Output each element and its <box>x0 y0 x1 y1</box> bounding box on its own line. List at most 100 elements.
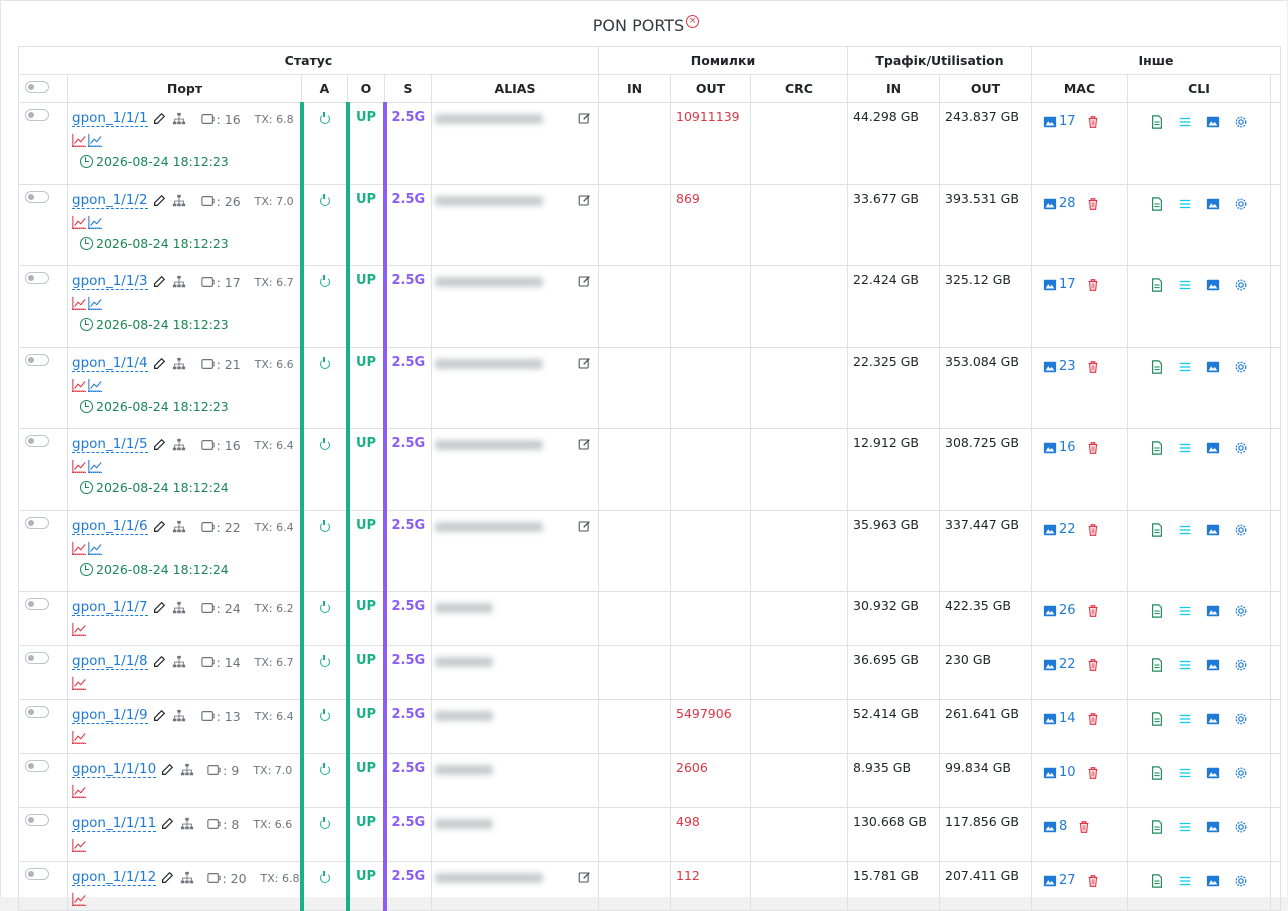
list-icon[interactable] <box>1178 197 1192 211</box>
chart-blue-icon[interactable] <box>88 296 102 310</box>
chart-red-icon[interactable] <box>72 541 86 555</box>
trash-icon[interactable] <box>1086 712 1100 726</box>
mac-count[interactable]: 27 <box>1059 873 1076 888</box>
chart-red-icon[interactable] <box>72 730 86 744</box>
list-icon[interactable] <box>1178 115 1192 129</box>
power-icon[interactable] <box>319 520 330 532</box>
port-link[interactable]: gpon_1/1/10 <box>72 762 157 778</box>
list-icon[interactable] <box>1178 766 1192 780</box>
row-toggle[interactable] <box>25 517 49 529</box>
edit-alias-icon[interactable] <box>578 438 591 451</box>
trash-icon[interactable] <box>1086 523 1100 537</box>
port-link[interactable]: gpon_1/1/9 <box>72 708 148 724</box>
list-icon[interactable] <box>1178 604 1192 618</box>
power-icon[interactable] <box>319 871 330 883</box>
row-toggle[interactable] <box>25 706 49 718</box>
document-icon[interactable] <box>1150 359 1164 374</box>
screen-icon[interactable] <box>1206 441 1220 455</box>
column-header-err-out[interactable]: OUT <box>670 74 751 103</box>
list-icon[interactable] <box>1178 658 1192 672</box>
edit-alias-icon[interactable] <box>578 871 591 884</box>
mac-count[interactable]: 17 <box>1059 277 1076 292</box>
port-link[interactable]: gpon_1/1/4 <box>72 356 148 372</box>
tree-icon[interactable] <box>180 871 194 885</box>
port-link[interactable]: gpon_1/1/5 <box>72 437 148 453</box>
mac-table-icon[interactable] <box>1043 766 1057 780</box>
trash-icon[interactable] <box>1086 874 1100 888</box>
tree-icon[interactable] <box>172 520 186 534</box>
port-link[interactable]: gpon_1/1/7 <box>72 600 148 616</box>
chart-red-icon[interactable] <box>72 838 86 852</box>
power-icon[interactable] <box>319 194 330 206</box>
select-all-toggle[interactable] <box>25 81 49 93</box>
mac-count[interactable]: 14 <box>1059 711 1076 726</box>
chart-blue-icon[interactable] <box>88 459 102 473</box>
column-header-crc[interactable]: CRC <box>750 74 848 103</box>
column-header-port[interactable]: Порт <box>67 74 302 103</box>
power-icon[interactable] <box>319 817 330 829</box>
document-icon[interactable] <box>1150 440 1164 455</box>
column-header-cli[interactable]: CLI <box>1127 74 1271 103</box>
gear-icon[interactable] <box>1234 360 1248 374</box>
mac-count[interactable]: 10 <box>1059 765 1076 780</box>
column-header-err-in[interactable]: IN <box>598 74 671 103</box>
gear-icon[interactable] <box>1234 766 1248 780</box>
power-icon[interactable] <box>319 357 330 369</box>
pencil-icon[interactable] <box>160 817 174 831</box>
mac-table-icon[interactable] <box>1043 658 1057 672</box>
power-icon[interactable] <box>319 655 330 667</box>
edit-alias-icon[interactable] <box>578 275 591 288</box>
column-header-o[interactable]: O <box>347 74 385 103</box>
trash-icon[interactable] <box>1086 360 1100 374</box>
screen-icon[interactable] <box>1206 523 1220 537</box>
pencil-icon[interactable] <box>152 601 166 615</box>
list-icon[interactable] <box>1178 820 1192 834</box>
gear-icon[interactable] <box>1234 712 1248 726</box>
tree-icon[interactable] <box>180 817 194 831</box>
document-icon[interactable] <box>1150 114 1164 129</box>
pencil-icon[interactable] <box>160 871 174 885</box>
screen-icon[interactable] <box>1206 604 1220 618</box>
tree-icon[interactable] <box>172 709 186 723</box>
screen-icon[interactable] <box>1206 820 1220 834</box>
document-icon[interactable] <box>1150 873 1164 888</box>
list-icon[interactable] <box>1178 523 1192 537</box>
tree-icon[interactable] <box>172 112 186 126</box>
column-header-alias[interactable]: ALIAS <box>431 74 599 103</box>
row-toggle[interactable] <box>25 652 49 664</box>
chart-red-icon[interactable] <box>72 215 86 229</box>
chart-red-icon[interactable] <box>72 296 86 310</box>
row-toggle[interactable] <box>25 354 49 366</box>
column-header-traf-in[interactable]: IN <box>847 74 940 103</box>
column-header-a[interactable]: A <box>301 74 348 103</box>
pencil-icon[interactable] <box>152 275 166 289</box>
chart-red-icon[interactable] <box>72 784 86 798</box>
row-toggle[interactable] <box>25 868 49 880</box>
list-icon[interactable] <box>1178 441 1192 455</box>
chart-red-icon[interactable] <box>72 892 86 906</box>
chart-red-icon[interactable] <box>72 622 86 636</box>
port-link[interactable]: gpon_1/1/8 <box>72 654 148 670</box>
document-icon[interactable] <box>1150 657 1164 672</box>
port-link[interactable]: gpon_1/1/1 <box>72 111 148 127</box>
pencil-icon[interactable] <box>152 357 166 371</box>
tree-icon[interactable] <box>172 438 186 452</box>
power-icon[interactable] <box>319 112 330 124</box>
mac-table-icon[interactable] <box>1043 441 1057 455</box>
list-icon[interactable] <box>1178 712 1192 726</box>
gear-icon[interactable] <box>1234 278 1248 292</box>
trash-icon[interactable] <box>1077 820 1091 834</box>
gear-icon[interactable] <box>1234 441 1248 455</box>
pencil-icon[interactable] <box>152 438 166 452</box>
tree-icon[interactable] <box>180 763 194 777</box>
row-toggle[interactable] <box>25 814 49 826</box>
port-link[interactable]: gpon_1/1/3 <box>72 274 148 290</box>
document-icon[interactable] <box>1150 196 1164 211</box>
tree-icon[interactable] <box>172 194 186 208</box>
gear-icon[interactable] <box>1234 820 1248 834</box>
trash-icon[interactable] <box>1086 115 1100 129</box>
port-link[interactable]: gpon_1/1/12 <box>72 870 157 886</box>
trash-icon[interactable] <box>1086 604 1100 618</box>
screen-icon[interactable] <box>1206 278 1220 292</box>
gear-icon[interactable] <box>1234 604 1248 618</box>
